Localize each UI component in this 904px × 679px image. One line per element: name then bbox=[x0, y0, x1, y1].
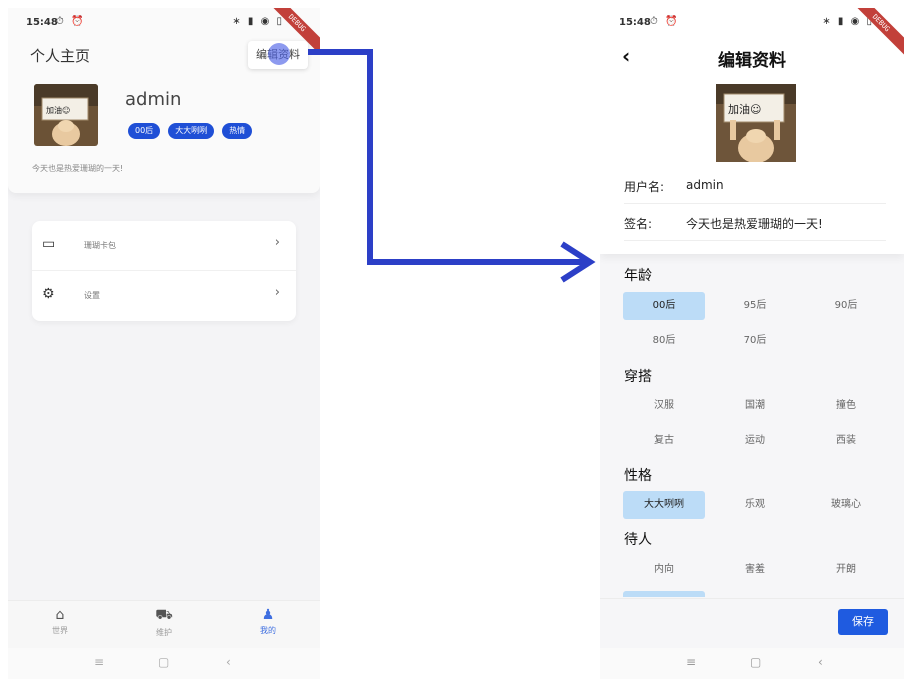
back-nav-icon[interactable]: ‹ bbox=[818, 655, 823, 669]
option-outfit[interactable]: 汉服 bbox=[623, 392, 705, 420]
home-icon: ⌂ bbox=[55, 607, 65, 623]
option-outfit[interactable]: 复古 bbox=[623, 427, 705, 455]
edit-header-panel: 15:48 ⏱ ⏰ ∗ ▮ ◉ ▯ DEBUG ‹ 编辑资料 加油☺ 用户名: … bbox=[600, 8, 904, 254]
tag-badge: 00后 bbox=[128, 123, 161, 139]
cart-icon: ⛟ bbox=[155, 607, 173, 623]
touch-indicator bbox=[268, 43, 290, 65]
page-title: 个人主页 bbox=[30, 47, 91, 65]
avatar[interactable]: 加油☺ bbox=[716, 84, 796, 162]
username: admin bbox=[125, 89, 182, 110]
menu-item-label: 设置 bbox=[84, 291, 100, 300]
tab-label: 世界 bbox=[52, 626, 68, 635]
section-title-outfit: 穿搭 bbox=[624, 369, 652, 385]
option-personality[interactable]: 玻璃心 bbox=[805, 491, 887, 519]
home-nav-icon[interactable]: ▢ bbox=[158, 655, 169, 669]
option-age[interactable]: 90后 bbox=[805, 292, 887, 320]
menu-item-wallet[interactable]: ▭ 珊瑚卡包 › bbox=[32, 221, 296, 271]
menu-item-settings[interactable]: ⚙ 设置 › bbox=[32, 271, 296, 321]
status-left-icons: ⏱ ⏰ bbox=[650, 16, 680, 27]
avatar-image: 加油☺ bbox=[716, 84, 796, 162]
bottom-tab-bar: ⌂ 世界 ⛟ 维护 ♟ 我的 bbox=[8, 600, 320, 648]
status-bar: 15:48 ⏱ ⏰ ∗ ▮ ◉ ▯ DEBUG bbox=[600, 8, 904, 60]
section-title-attitude: 待人 bbox=[624, 532, 652, 548]
avatar[interactable]: 加油☺ bbox=[34, 84, 98, 146]
option-age[interactable]: 80后 bbox=[623, 327, 705, 355]
section-title-personality: 性格 bbox=[624, 468, 652, 484]
option-personality[interactable]: 大大咧咧 bbox=[623, 491, 705, 519]
back-nav-icon[interactable]: ‹ bbox=[226, 655, 231, 669]
option-outfit[interactable]: 撞色 bbox=[805, 392, 887, 420]
profile-screen: 15:48 ⏱ ⏰ ∗ ▮ ◉ ▯ DEBUG 个人主页 编辑资料 加油☺ ad… bbox=[8, 8, 320, 679]
tab-maintain[interactable]: ⛟ 维护 bbox=[134, 607, 194, 638]
username-input[interactable]: admin bbox=[686, 178, 724, 192]
wallet-icon: ▭ bbox=[42, 236, 56, 252]
section-title-age: 年龄 bbox=[624, 268, 652, 284]
tag-list: 00后 大大咧咧 热情 bbox=[128, 123, 253, 139]
menu-card: ▭ 珊瑚卡包 › ⚙ 设置 › bbox=[32, 221, 296, 321]
scroll-peek-option bbox=[623, 591, 705, 597]
option-outfit[interactable]: 西装 bbox=[805, 427, 887, 455]
system-nav-bar: ≡ ▢ ‹ bbox=[600, 648, 904, 679]
tab-label: 我的 bbox=[260, 626, 276, 635]
option-attitude[interactable]: 开朗 bbox=[805, 556, 887, 584]
option-age[interactable]: 70后 bbox=[714, 327, 796, 355]
option-personality[interactable]: 乐观 bbox=[714, 491, 796, 519]
tab-label: 维护 bbox=[156, 628, 172, 637]
option-age[interactable]: 00后 bbox=[623, 292, 705, 320]
person-icon: ♟ bbox=[261, 607, 275, 623]
option-attitude[interactable]: 内向 bbox=[623, 556, 705, 584]
option-age[interactable]: 95后 bbox=[714, 292, 796, 320]
status-bar: 15:48 ⏱ ⏰ ∗ ▮ ◉ ▯ DEBUG bbox=[8, 8, 320, 60]
option-outfit[interactable]: 运动 bbox=[714, 427, 796, 455]
menu-nav-icon[interactable]: ≡ bbox=[94, 655, 104, 669]
field-label: 签名: bbox=[624, 217, 653, 231]
save-button[interactable]: 保存 bbox=[838, 609, 888, 635]
option-outfit[interactable]: 国潮 bbox=[714, 392, 796, 420]
system-nav-bar: ≡ ▢ ‹ bbox=[8, 648, 320, 679]
status-time: 15:48 bbox=[619, 17, 651, 28]
status-time: 15:48 bbox=[26, 17, 58, 28]
avatar-sign-text: 加油☺ bbox=[728, 102, 761, 116]
tab-world[interactable]: ⌂ 世界 bbox=[30, 607, 90, 636]
chevron-right-icon: › bbox=[274, 285, 280, 300]
tag-badge: 热情 bbox=[222, 123, 253, 139]
tag-badge: 大大咧咧 bbox=[168, 123, 215, 139]
signature-field[interactable]: 签名: 今天也是热爱珊瑚的一天! bbox=[624, 205, 886, 241]
status-left-icons: ⏱ ⏰ bbox=[56, 16, 86, 27]
chevron-right-icon: › bbox=[274, 235, 280, 250]
status-right-icons: ∗ ▮ ◉ ▯ bbox=[232, 16, 284, 27]
signature-input[interactable]: 今天也是热爱珊瑚的一天! bbox=[686, 215, 823, 232]
username-field[interactable]: 用户名: admin bbox=[624, 168, 886, 204]
menu-nav-icon[interactable]: ≡ bbox=[686, 655, 696, 669]
edit-profile-screen: 15:48 ⏱ ⏰ ∗ ▮ ◉ ▯ DEBUG ‹ 编辑资料 加油☺ 用户名: … bbox=[600, 8, 904, 679]
option-attitude[interactable]: 害羞 bbox=[714, 556, 796, 584]
menu-item-label: 珊瑚卡包 bbox=[84, 241, 116, 250]
gear-icon: ⚙ bbox=[42, 286, 55, 302]
svg-text:加油☺: 加油☺ bbox=[46, 105, 70, 115]
avatar-image: 加油☺ bbox=[34, 84, 98, 146]
flow-arrow-icon bbox=[308, 49, 596, 283]
profile-header: 15:48 ⏱ ⏰ ∗ ▮ ◉ ▯ DEBUG 个人主页 编辑资料 加油☺ ad… bbox=[8, 8, 320, 193]
home-nav-icon[interactable]: ▢ bbox=[750, 655, 761, 669]
signature: 今天也是热爱珊瑚的一天! bbox=[32, 164, 124, 173]
tab-mine[interactable]: ♟ 我的 bbox=[238, 607, 298, 636]
field-label: 用户名: bbox=[624, 180, 665, 194]
page-title: 编辑资料 bbox=[718, 51, 786, 71]
